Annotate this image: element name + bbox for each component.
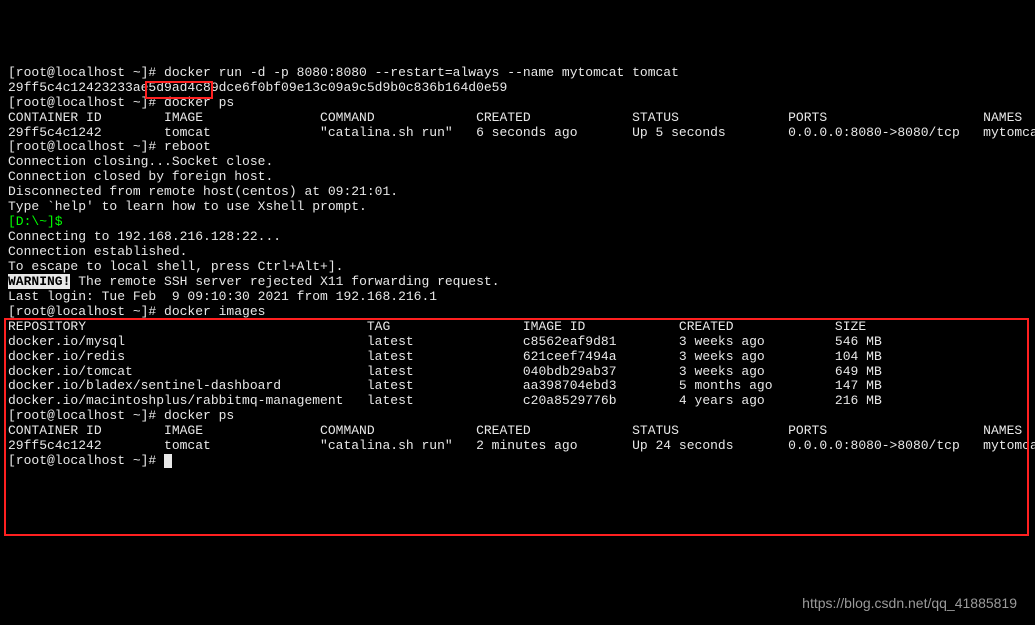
terminal-line: Type `help' to learn how to use Xshell p… [8, 200, 1027, 215]
terminal-line: [root@localhost ~]# docker ps [8, 409, 1027, 424]
terminal-output[interactable]: [root@localhost ~]# docker run -d -p 808… [8, 66, 1027, 469]
terminal-line: [root@localhost ~]# [8, 454, 1027, 469]
terminal-line: docker.io/bladex/sentinel-dashboard late… [8, 379, 1027, 394]
terminal-line: Disconnected from remote host(centos) at… [8, 185, 1027, 200]
terminal-line: 29ff5c4c12423233ae5d9ad4c89dce6f0bf09e13… [8, 81, 1027, 96]
terminal-line: [root@localhost ~]# docker images [8, 305, 1027, 320]
terminal-line: docker.io/mysql latest c8562eaf9d81 3 we… [8, 335, 1027, 350]
terminal-line: [D:\~]$ [8, 215, 1027, 230]
terminal-line: Connection closed by foreign host. [8, 170, 1027, 185]
cursor [164, 454, 172, 468]
terminal-line: Connecting to 192.168.216.128:22... [8, 230, 1027, 245]
terminal-line: Connection established. [8, 245, 1027, 260]
terminal-line: Last login: Tue Feb 9 09:10:30 2021 from… [8, 290, 1027, 305]
terminal-line: docker.io/tomcat latest 040bdb29ab37 3 w… [8, 365, 1027, 380]
terminal-line: Connection closing...Socket close. [8, 155, 1027, 170]
terminal-line: WARNING! The remote SSH server rejected … [8, 275, 1027, 290]
terminal-line: docker.io/redis latest 621ceef7494a 3 we… [8, 350, 1027, 365]
terminal-line: 29ff5c4c1242 tomcat "catalina.sh run" 6 … [8, 126, 1027, 141]
terminal-line: CONTAINER ID IMAGE COMMAND CREATED STATU… [8, 111, 1027, 126]
terminal-line: 29ff5c4c1242 tomcat "catalina.sh run" 2 … [8, 439, 1027, 454]
terminal-line: REPOSITORY TAG IMAGE ID CREATED SIZE [8, 320, 1027, 335]
terminal-line: CONTAINER ID IMAGE COMMAND CREATED STATU… [8, 424, 1027, 439]
terminal-line: To escape to local shell, press Ctrl+Alt… [8, 260, 1027, 275]
terminal-line: [root@localhost ~]# reboot [8, 140, 1027, 155]
terminal-line: docker.io/macintoshplus/rabbitmq-managem… [8, 394, 1027, 409]
terminal-line: [root@localhost ~]# docker run -d -p 808… [8, 66, 1027, 81]
terminal-line: [root@localhost ~]# docker ps [8, 96, 1027, 111]
watermark-text: https://blog.csdn.net/qq_41885819 [802, 595, 1017, 611]
